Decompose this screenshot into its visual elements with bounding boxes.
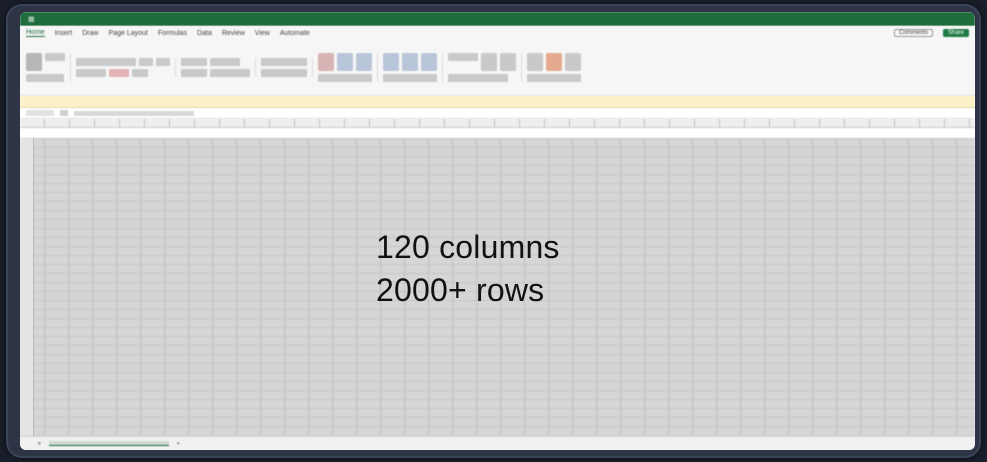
sheet-tabs-bar: ≡ + [20,436,975,450]
add-sheet-icon[interactable]: + [177,441,180,447]
formula-bar[interactable] [20,108,975,119]
info-bar [20,96,975,108]
styles-group[interactable] [318,53,378,82]
row-headers [20,138,34,436]
comments-button[interactable]: Comments [893,29,933,37]
font-group[interactable] [76,58,176,77]
sheet-nav-icon[interactable]: ≡ [38,441,41,447]
ribbon-toolbar [20,40,975,96]
caption-rows: 2000+ rows [376,272,545,308]
caption-columns: 120 columns [376,229,560,265]
title-bar: ▦ [20,12,975,26]
clipboard-group[interactable] [26,53,71,82]
number-group[interactable] [261,58,313,77]
overlay-caption: 120 columns 2000+ rows [376,226,560,312]
app-icon: ▦ [28,16,35,23]
tab-page-layout[interactable]: Page Layout [109,30,148,37]
name-box[interactable] [26,110,54,116]
sheet-tab[interactable] [48,441,169,446]
cells-group[interactable] [383,53,443,82]
tab-data[interactable]: Data [197,30,212,37]
alignment-group[interactable] [181,58,256,77]
tab-formulas[interactable]: Formulas [158,30,187,37]
editing-group[interactable] [448,53,522,82]
tab-view[interactable]: View [255,30,270,37]
addins-group[interactable] [527,53,586,82]
tab-review[interactable]: Review [222,30,245,37]
formula-input[interactable] [74,110,194,116]
share-button[interactable]: Share [942,29,969,37]
tab-draw[interactable]: Draw [82,30,98,37]
tab-home[interactable]: Home [26,29,45,37]
ribbon-tabs: Home Insert Draw Page Layout Formulas Da… [20,26,975,40]
tab-insert[interactable]: Insert [55,30,73,37]
tab-automate[interactable]: Automate [280,30,310,37]
column-headers [20,119,975,128]
fx-icon [60,110,68,116]
